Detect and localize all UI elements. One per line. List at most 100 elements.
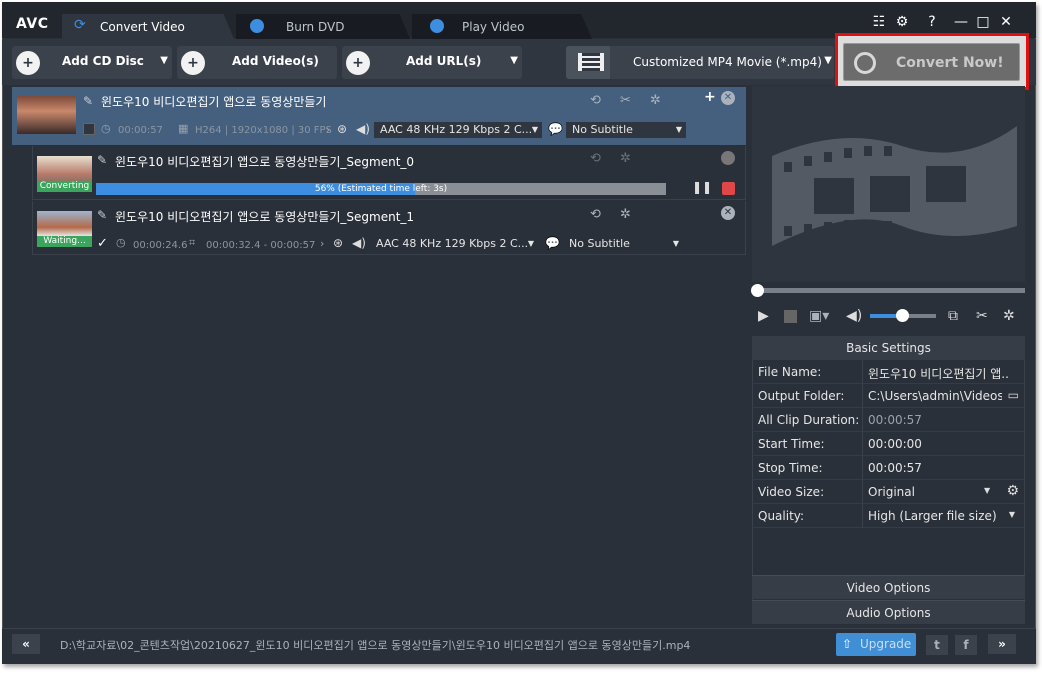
app-logo: AVC xyxy=(16,16,49,32)
audio-options-button[interactable]: Audio Options xyxy=(752,600,1025,624)
edit-pencil-icon[interactable]: ✎ xyxy=(97,208,107,222)
add-segment-icon[interactable]: + xyxy=(704,89,716,105)
clip-scissors-icon[interactable]: ✂ xyxy=(976,308,988,324)
app-window: AVC ⟳ Convert Video Burn DVD Play Video … xyxy=(0,0,1042,673)
subtitle-icon: 💬 xyxy=(548,122,563,136)
chevron-down-icon[interactable]: ▼ xyxy=(1009,510,1015,519)
subtitle-select[interactable]: No Subtitle ▼ xyxy=(563,236,683,252)
file-name-field[interactable]: 윈도우10 비디오편집기 앱... xyxy=(868,365,1008,382)
chevron-down-icon[interactable]: ▼ xyxy=(160,55,168,66)
audio-track-icon: ⊛ xyxy=(333,236,344,250)
merge-icon[interactable]: ⟲ xyxy=(590,93,601,108)
minimize-button[interactable]: — xyxy=(952,14,970,30)
quality-select[interactable]: High (Larger file size) xyxy=(868,509,1008,523)
video-info: H264 | 1920x1080 | 30 FPS xyxy=(195,125,332,136)
stop-time-field[interactable]: 00:00:57 xyxy=(868,461,1008,475)
volume-icon[interactable]: ◀) xyxy=(846,308,862,324)
stop-button-icon[interactable] xyxy=(784,310,797,323)
video-preview xyxy=(752,86,1025,282)
edit-pencil-icon[interactable]: ✎ xyxy=(97,153,107,167)
audio-track-select[interactable]: AAC 48 KHz 129 Kbps 2 C... ▼ xyxy=(370,236,538,252)
merge-icon[interactable]: ⟲ xyxy=(590,207,601,222)
twitter-icon[interactable]: t xyxy=(926,635,948,655)
effects-wand-icon[interactable]: ✲ xyxy=(620,207,631,222)
volume-knob[interactable] xyxy=(896,309,909,322)
snapshot-camera-icon[interactable]: ▣▾ xyxy=(809,308,829,324)
trim-scissors-icon[interactable]: ✂ xyxy=(620,93,631,108)
pause-icon[interactable]: ❚❚ xyxy=(692,180,712,194)
tab-burn-dvd[interactable]: Burn DVD xyxy=(236,14,410,39)
chevron-down-icon: ▼ xyxy=(531,125,538,134)
tab-play-video[interactable]: Play Video xyxy=(412,14,592,39)
add-urls-button[interactable]: + Add URL(s) ▼ xyxy=(342,46,522,79)
film-reel-placeholder-icon xyxy=(772,126,1017,246)
segment-title: 윈도우10 비디오편집기 앱으로 동영상만들기_Segment_1 xyxy=(115,210,415,224)
segment-thumbnail: Waiting... xyxy=(37,211,92,247)
seek-bar[interactable] xyxy=(751,284,1025,297)
effects-wand-icon[interactable]: ✲ xyxy=(650,93,661,108)
audio-track-select[interactable]: AAC 48 KHz 129 Kbps 2 C... ▼ xyxy=(374,122,542,138)
basic-settings-header[interactable]: Basic Settings xyxy=(752,336,1025,360)
subtitle-select[interactable]: No Subtitle ▼ xyxy=(566,122,686,138)
chevron-down-icon: ▼ xyxy=(527,239,534,248)
add-cd-disc-button[interactable]: + Add CD Disc ▼ xyxy=(12,46,172,79)
setting-label: Start Time: xyxy=(758,437,825,451)
crop-icon: ⌗ xyxy=(189,236,196,249)
segment-duration: 00:00:24.6 xyxy=(133,240,188,251)
refresh-icon xyxy=(854,52,876,74)
remove-segment-icon[interactable]: ✕ xyxy=(721,206,735,220)
output-folder-field[interactable]: C:\Users\admin\Videos... xyxy=(868,389,1002,403)
effects-wand-icon: ✲ xyxy=(620,151,631,166)
add-videos-button[interactable]: + Add Video(s) xyxy=(177,46,337,79)
setting-row-duration: All Clip Duration: 00:00:57 xyxy=(752,408,1025,432)
disc-icon xyxy=(250,19,264,33)
segment-title: 윈도우10 비디오편집기 앱으로 동영상만들기_Segment_0 xyxy=(115,155,415,169)
collapse-left-button[interactable]: « xyxy=(12,634,40,654)
tab-convert-video[interactable]: ⟳ Convert Video xyxy=(62,14,234,39)
clip-duration-value: 00:00:57 xyxy=(868,413,922,427)
chevron-down-icon[interactable]: ▼ xyxy=(984,486,990,495)
effects-wand-icon[interactable]: ✲ xyxy=(1003,308,1015,324)
volume-slider[interactable] xyxy=(870,309,936,322)
setting-label: File Name: xyxy=(758,365,822,379)
checkmark-icon[interactable]: ✓ xyxy=(97,236,108,251)
tab-label: Burn DVD xyxy=(286,20,345,34)
video-thumbnail xyxy=(17,96,76,134)
clock-icon: ◷ xyxy=(116,236,126,249)
folder-open-icon[interactable]: ▭ xyxy=(1008,388,1019,402)
convert-now-button[interactable]: Convert Now! xyxy=(843,43,1020,81)
button-label: Add Video(s) xyxy=(232,54,319,68)
play-icon[interactable]: ▶ xyxy=(758,308,769,324)
output-path-text: D:\학교자료\02_콘텐츠작업\20210627_윈도10 비디오편집기 앱으… xyxy=(60,639,691,652)
globe-add-icon: + xyxy=(346,51,370,75)
stop-icon[interactable] xyxy=(722,182,735,195)
remove-item-icon[interactable]: ✕ xyxy=(721,91,735,105)
facebook-icon[interactable]: f xyxy=(955,635,977,655)
waiting-status: Waiting... xyxy=(37,236,92,247)
edit-pencil-icon[interactable]: ✎ xyxy=(83,94,93,108)
pip-icon[interactable]: ⧉ xyxy=(948,308,958,324)
gear-icon[interactable]: ⚙ xyxy=(1006,483,1019,499)
setting-label: Video Size: xyxy=(758,485,825,499)
close-button[interactable]: ✕ xyxy=(997,14,1015,30)
help-button[interactable]: ? xyxy=(923,14,941,30)
video-options-button[interactable]: Video Options xyxy=(752,575,1025,599)
remove-segment-icon[interactable] xyxy=(721,151,735,165)
seek-knob[interactable] xyxy=(751,284,764,297)
convert-icon: ⟳ xyxy=(74,17,86,33)
chevron-down-icon[interactable]: ▼ xyxy=(510,55,518,66)
settings-gear-icon[interactable]: ⚙ xyxy=(893,14,911,30)
film-add-icon: + xyxy=(181,51,205,75)
video-size-select[interactable]: Original xyxy=(868,485,978,499)
expand-right-button[interactable]: » xyxy=(988,634,1016,654)
clock-icon: ◷ xyxy=(101,122,111,135)
upgrade-button[interactable]: ⇧ Upgrade xyxy=(836,633,916,656)
start-time-field[interactable]: 00:00:00 xyxy=(868,437,1008,451)
tab-label: Convert Video xyxy=(100,20,185,34)
register-icon[interactable]: ☷ xyxy=(870,14,888,30)
maximize-button[interactable]: □ xyxy=(974,14,992,30)
output-profile-select[interactable]: Customized MP4 Movie (*.mp4) ▼ xyxy=(566,46,834,79)
speaker-icon: ◀) xyxy=(356,122,370,136)
chevron-down-icon[interactable]: ▼ xyxy=(824,55,832,66)
item-checkbox[interactable] xyxy=(83,123,95,135)
